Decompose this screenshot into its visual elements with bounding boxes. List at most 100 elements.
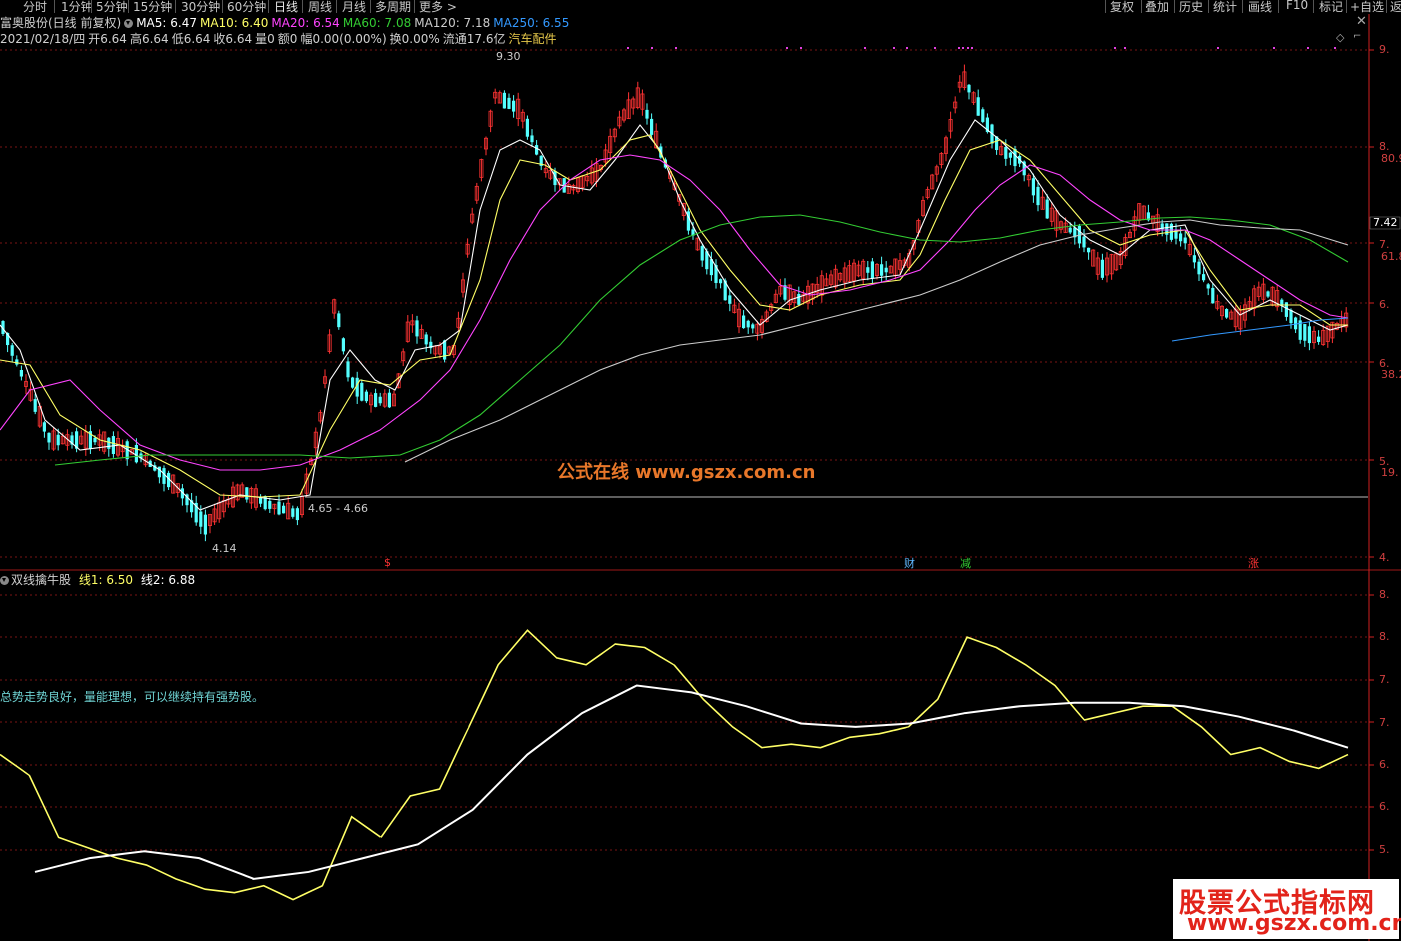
indicator-advice: 总势走势良好，量能理想，可以继续持有强势股。	[0, 690, 265, 704]
signal-dot	[864, 47, 866, 49]
fib-label: 38.2	[1381, 368, 1401, 381]
candle-body-down	[295, 508, 299, 521]
candle-body-down	[277, 501, 281, 515]
candle-body-down	[107, 437, 111, 449]
indicator-line1-value: 线1: 6.50	[78, 573, 134, 587]
signal-dot	[675, 47, 677, 49]
candle-body-down	[415, 320, 419, 337]
candle-body-down	[525, 118, 529, 137]
signal-dot	[1124, 47, 1126, 49]
event-marker-rise[interactable]: 涨	[1248, 555, 1259, 571]
candle-body-down	[378, 396, 382, 404]
candle-body-down	[797, 293, 801, 305]
ma120-line	[404, 219, 1349, 463]
axis-label: 6.	[1379, 298, 1390, 311]
fib-label: 61.8	[1381, 250, 1401, 263]
candle-body-down	[15, 359, 19, 365]
signal-dot	[1334, 47, 1336, 49]
candle-body-down	[1045, 199, 1049, 219]
candle-body-down	[351, 377, 355, 388]
candle-body-down	[1068, 227, 1072, 233]
candle-body-down	[245, 487, 249, 500]
indicator-name[interactable]: 双线擒牛股	[11, 573, 71, 587]
candle-body-down	[199, 511, 203, 527]
candle-body-down	[1031, 178, 1035, 196]
candle-body-down	[360, 382, 364, 401]
candle-body-down	[374, 393, 378, 407]
indicator-line2-value: 线2: 6.88	[140, 573, 196, 587]
signal-dot	[800, 47, 802, 49]
current-price-label: 7.42	[1373, 216, 1398, 229]
center-watermark: 公式在线 www.gszx.com.cn	[557, 462, 816, 483]
candle-body-down	[1225, 309, 1229, 318]
dropdown-arrow-icon[interactable]	[0, 576, 9, 585]
high-price-label: 9.30	[496, 50, 521, 63]
candle-body-down	[1004, 146, 1008, 159]
candle-body-down	[1317, 336, 1321, 342]
axis-label: 7.	[1379, 673, 1390, 686]
candle-body-down	[880, 264, 884, 276]
candle-body-down	[502, 92, 506, 109]
candle-body-down	[535, 145, 539, 155]
candle-body-down	[1179, 233, 1183, 242]
fib-label: 80.9	[1381, 152, 1401, 165]
fib-label: 19.	[1381, 466, 1399, 479]
candle-body-down	[1197, 261, 1201, 275]
candle-body-down	[1206, 284, 1210, 289]
axis-label: 5.	[1379, 843, 1390, 856]
candle-body-down	[424, 334, 428, 345]
axis-label: 8.	[1379, 630, 1390, 643]
candle-body-down	[530, 135, 534, 143]
candle-body-down	[42, 422, 46, 432]
event-marker-reduce[interactable]: 减	[960, 555, 971, 571]
signal-dot	[893, 47, 895, 49]
candle-body-down	[1303, 324, 1307, 341]
candle-body-down	[1183, 237, 1187, 244]
ma20-line	[0, 154, 1349, 471]
candle-body-down	[746, 320, 750, 328]
event-marker-finance[interactable]: 财	[904, 555, 915, 571]
indicator-legend: 双线擒牛股 线1: 6.50 线2: 6.88	[0, 571, 195, 588]
signal-dot	[967, 47, 969, 49]
support-price-label: 4.65 - 4.66	[308, 502, 368, 515]
candle-body-down	[19, 370, 23, 377]
event-marker-dollar[interactable]: $	[384, 556, 391, 569]
corner-watermark-url: www.gszx.com.cn	[1187, 911, 1401, 936]
candle-body-down	[967, 84, 971, 93]
candle-body-down	[507, 97, 511, 109]
candle-body-down	[1013, 148, 1017, 167]
candle-body-down	[700, 246, 704, 261]
candle-body-down	[1100, 259, 1104, 278]
signal-dot	[971, 47, 973, 49]
candle-body-down	[162, 468, 166, 484]
candle-body-down	[1087, 247, 1091, 253]
candle-body-down	[981, 109, 985, 122]
axis-label: 6.	[1379, 800, 1390, 813]
corner-watermark-logo: 股票公式指标网 www.gszx.com.cn	[1173, 879, 1401, 939]
candle-body-down	[157, 466, 161, 478]
signal-dot	[958, 47, 960, 49]
candle-body-down	[346, 361, 350, 378]
axis-label: 4.	[1379, 551, 1390, 564]
candle-body-down	[291, 508, 295, 517]
axis-label: 8.	[1379, 588, 1390, 601]
candle-body-down	[134, 445, 138, 463]
candle-body-down	[47, 432, 51, 443]
candle-body-down	[337, 313, 341, 328]
candle-body-down	[387, 392, 391, 408]
candle-body-down	[203, 514, 207, 535]
grid-lines	[0, 49, 1401, 851]
candle-body-down	[1008, 152, 1012, 158]
candle-body-down	[341, 338, 345, 352]
candle-body-down	[1082, 236, 1086, 248]
candle-body-down	[866, 267, 870, 273]
signal-dot	[651, 47, 653, 49]
candle-body-down	[33, 399, 37, 412]
signal-dot	[906, 47, 908, 49]
candle-body-down	[1266, 291, 1270, 297]
candle-body-down	[1202, 274, 1206, 281]
candle-body-down	[645, 109, 649, 119]
axis-label: 7.	[1379, 716, 1390, 729]
candle-body-down	[512, 100, 516, 112]
signal-dot	[1273, 47, 1275, 49]
